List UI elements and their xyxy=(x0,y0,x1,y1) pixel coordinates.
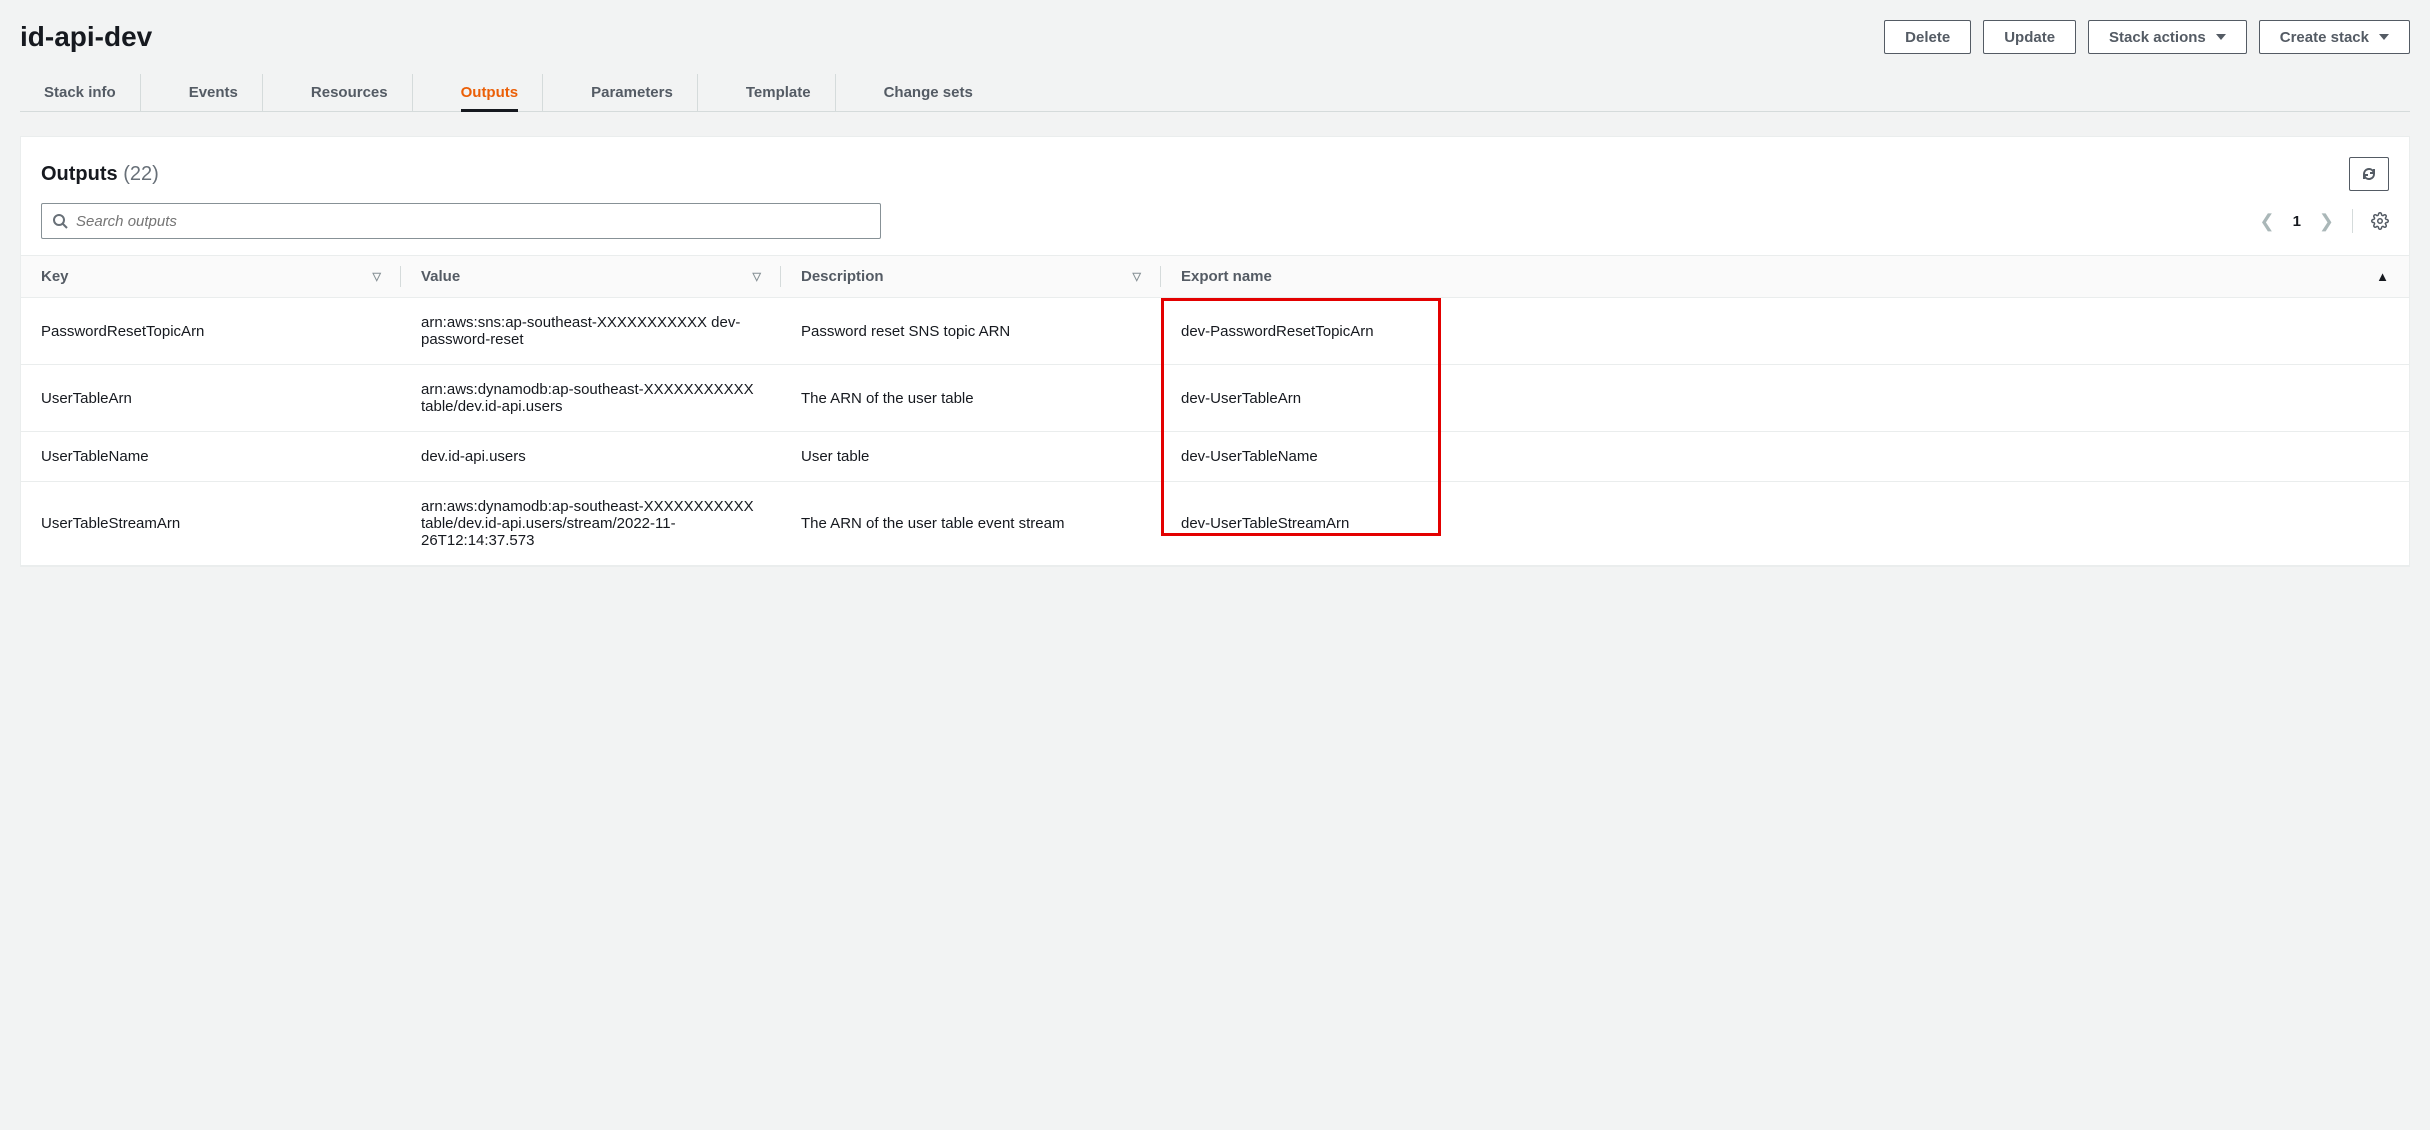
search-input[interactable] xyxy=(76,213,870,230)
caret-down-icon xyxy=(2216,34,2226,40)
cell-description: User table xyxy=(781,432,1161,482)
refresh-icon xyxy=(2361,166,2377,182)
sort-icon: ▽ xyxy=(373,270,381,283)
table-row: UserTableStreamArnarn:aws:dynamodb:ap-so… xyxy=(21,482,2409,566)
column-header-description[interactable]: Description ▽ xyxy=(781,256,1161,298)
stack-actions-label: Stack actions xyxy=(2109,29,2206,46)
search-input-wrap[interactable] xyxy=(41,203,881,239)
cell-description: The ARN of the user table xyxy=(781,365,1161,432)
tab-change-sets[interactable]: Change sets xyxy=(884,74,997,111)
update-label: Update xyxy=(2004,29,2055,46)
delete-label: Delete xyxy=(1905,29,1950,46)
table-row: UserTableArnarn:aws:dynamodb:ap-southeas… xyxy=(21,365,2409,432)
sort-icon: ▽ xyxy=(753,270,761,283)
tab-resources[interactable]: Resources xyxy=(311,74,413,111)
cell-key: UserTableArn xyxy=(21,365,401,432)
settings-button[interactable] xyxy=(2371,212,2389,230)
panel-title: Outputs (22) xyxy=(41,163,159,186)
cell-description: Password reset SNS topic ARN xyxy=(781,298,1161,365)
cell-export-name: dev-UserTableName xyxy=(1161,432,2409,482)
divider xyxy=(2352,209,2353,233)
pagination: ❮ 1 ❯ xyxy=(2259,209,2389,233)
cell-value: arn:aws:sns:ap-southeast-XXXXXXXXXXX dev… xyxy=(401,298,781,365)
outputs-panel: Outputs (22) ❮ 1 xyxy=(20,136,2410,567)
table-row: UserTableNamedev.id-api.usersUser tabled… xyxy=(21,432,2409,482)
tabs: Stack info Events Resources Outputs Paramete… xyxy=(20,74,2410,112)
cell-description: The ARN of the user table event stream xyxy=(781,482,1161,566)
caret-down-icon xyxy=(2379,34,2389,40)
refresh-button[interactable] xyxy=(2349,157,2389,191)
stack-title: id-api-dev xyxy=(20,21,152,53)
create-stack-button[interactable]: Create stack xyxy=(2259,20,2410,54)
column-header-export-name[interactable]: Export name ▲ xyxy=(1161,256,2409,298)
col-value-label: Value xyxy=(421,268,460,285)
column-header-key[interactable]: Key ▽ xyxy=(21,256,401,298)
page-number: 1 xyxy=(2293,213,2301,230)
tab-events[interactable]: Events xyxy=(189,74,263,111)
table-wrapper: Key ▽ Value ▽ Descriptio xyxy=(21,255,2409,566)
cell-export-name: dev-UserTableStreamArn xyxy=(1161,482,2409,566)
sort-icon: ▽ xyxy=(1133,270,1141,283)
cell-key: UserTableName xyxy=(21,432,401,482)
tab-stack-info[interactable]: Stack info xyxy=(44,74,141,111)
gear-icon xyxy=(2371,212,2389,230)
col-key-label: Key xyxy=(41,268,69,285)
tab-parameters[interactable]: Parameters xyxy=(591,74,698,111)
column-header-value[interactable]: Value ▽ xyxy=(401,256,781,298)
sort-asc-icon: ▲ xyxy=(2376,269,2389,284)
panel-count: (22) xyxy=(123,163,159,185)
delete-button[interactable]: Delete xyxy=(1884,20,1971,54)
create-stack-label: Create stack xyxy=(2280,29,2369,46)
search-icon xyxy=(52,213,68,229)
tab-outputs[interactable]: Outputs xyxy=(461,74,544,111)
col-export-label: Export name xyxy=(1181,268,1272,285)
next-page-button[interactable]: ❯ xyxy=(2319,211,2334,232)
cell-key: UserTableStreamArn xyxy=(21,482,401,566)
col-desc-label: Description xyxy=(801,268,884,285)
cell-value: dev.id-api.users xyxy=(401,432,781,482)
cell-export-name: dev-UserTableArn xyxy=(1161,365,2409,432)
stack-actions-button[interactable]: Stack actions xyxy=(2088,20,2247,54)
cell-value: arn:aws:dynamodb:ap-southeast-XXXXXXXXXX… xyxy=(401,365,781,432)
action-bar: Delete Update Stack actions Create stack xyxy=(1884,20,2410,54)
cell-export-name: dev-PasswordResetTopicArn xyxy=(1161,298,2409,365)
table-row: PasswordResetTopicArnarn:aws:sns:ap-sout… xyxy=(21,298,2409,365)
tab-template[interactable]: Template xyxy=(746,74,836,111)
outputs-table: Key ▽ Value ▽ Descriptio xyxy=(21,255,2409,566)
panel-title-text: Outputs xyxy=(41,163,118,185)
cell-key: PasswordResetTopicArn xyxy=(21,298,401,365)
update-button[interactable]: Update xyxy=(1983,20,2076,54)
page-header: id-api-dev Delete Update Stack actions C… xyxy=(20,20,2410,54)
prev-page-button[interactable]: ❮ xyxy=(2259,211,2274,232)
cell-value: arn:aws:dynamodb:ap-southeast-XXXXXXXXXX… xyxy=(401,482,781,566)
